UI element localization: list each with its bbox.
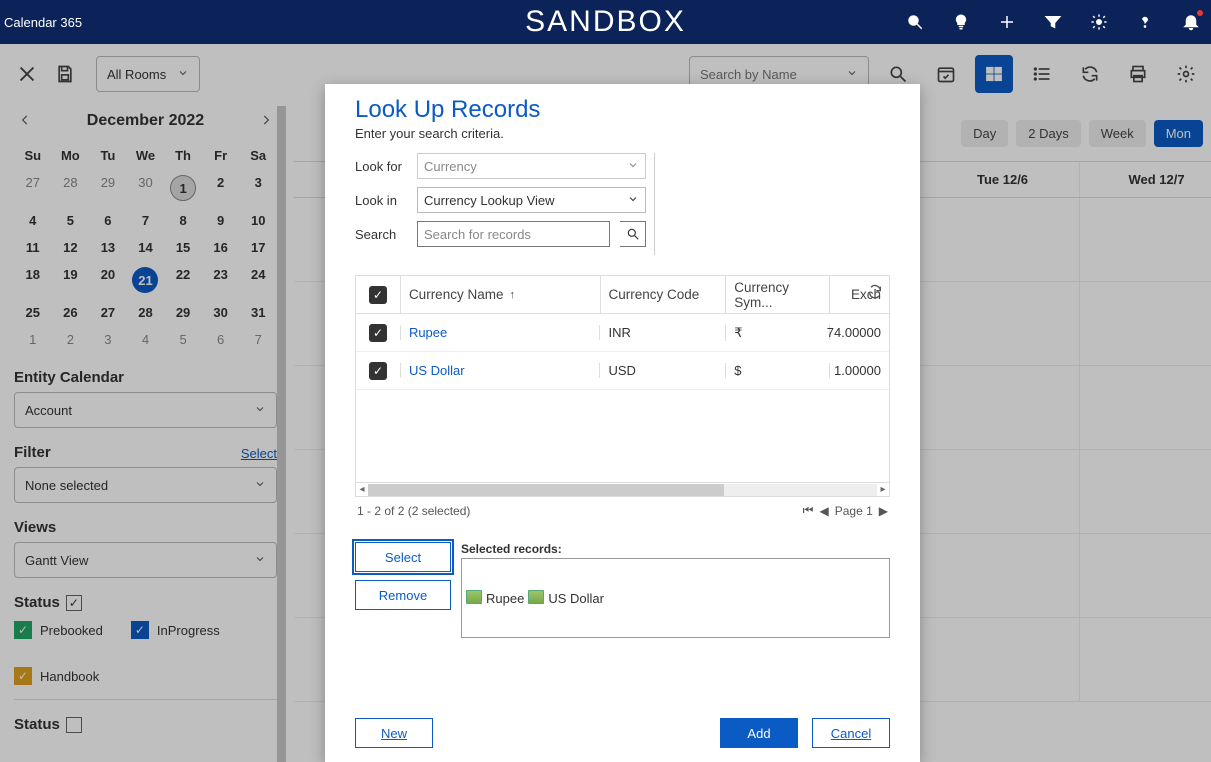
col-currency-symbol[interactable]: Currency Sym...	[725, 276, 829, 314]
lookin-select[interactable]: Currency Lookup View	[417, 187, 646, 213]
app-topbar: Calendar 365 SANDBOX	[0, 0, 1211, 44]
currency-symbol: ₹	[734, 325, 742, 341]
selected-records-label: Selected records:	[461, 542, 890, 556]
lookfor-label: Look for	[355, 159, 407, 174]
currency-name-link[interactable]: Rupee	[409, 325, 447, 340]
lookup-records-modal: Look Up Records Enter your search criter…	[325, 84, 920, 762]
lookfor-select[interactable]: Currency	[417, 153, 646, 179]
currency-name-link[interactable]: US Dollar	[409, 363, 465, 378]
pager-first-icon[interactable]: ⏮	[803, 503, 814, 518]
new-button[interactable]: New	[355, 718, 433, 748]
row-checkbox[interactable]	[369, 362, 387, 380]
modal-subtitle: Enter your search criteria.	[355, 126, 890, 141]
pager-prev-icon[interactable]: ◀	[819, 504, 828, 518]
help-icon[interactable]	[1135, 12, 1155, 32]
modal-title: Look Up Records	[355, 96, 890, 124]
pager-count: 1 - 2 of 2 (2 selected)	[357, 504, 470, 518]
currency-code: USD	[608, 363, 635, 378]
filter-icon[interactable]	[1043, 12, 1063, 32]
chevron-down-icon	[627, 193, 639, 208]
currency-icon	[468, 592, 482, 604]
search-label: Search	[355, 227, 407, 242]
grid-row[interactable]: Rupee INR ₹ 74.00000	[356, 314, 889, 352]
environment-label: SANDBOX	[525, 5, 686, 39]
currency-icon	[530, 592, 544, 604]
currency-code: INR	[608, 325, 630, 340]
app-title: Calendar 365	[0, 15, 82, 30]
reload-icon[interactable]	[867, 284, 883, 303]
chevron-down-icon	[627, 159, 639, 174]
select-button[interactable]: Select	[355, 542, 451, 572]
currency-symbol: $	[734, 363, 741, 378]
topbar-icons	[905, 12, 1201, 32]
bulb-icon[interactable]	[951, 12, 971, 32]
cancel-button[interactable]: Cancel	[812, 718, 890, 748]
pager-next-icon[interactable]: ▶	[879, 504, 888, 518]
gear-icon[interactable]	[1089, 12, 1109, 32]
selected-chip[interactable]: US Dollar	[530, 563, 604, 633]
grid-pager: 1 - 2 of 2 (2 selected) ⏮ ◀ Page 1 ▶	[355, 497, 890, 524]
search-button-icon[interactable]	[620, 221, 646, 247]
plus-icon[interactable]	[997, 12, 1017, 32]
exchange-rate: 1.00000	[834, 363, 881, 378]
lookin-label: Look in	[355, 193, 407, 208]
grid-header: Currency Name↑ Currency Code Currency Sy…	[356, 276, 889, 314]
selected-chip[interactable]: Rupee	[468, 563, 524, 633]
selected-records-box[interactable]: RupeeUS Dollar	[461, 558, 890, 638]
add-button[interactable]: Add	[720, 718, 798, 748]
search-icon[interactable]	[905, 12, 925, 32]
hscrollbar[interactable]: ◂▸	[356, 482, 889, 496]
select-all-checkbox[interactable]	[369, 286, 387, 304]
row-checkbox[interactable]	[369, 324, 387, 342]
col-currency-name[interactable]: Currency Name↑	[400, 276, 600, 314]
results-grid: Currency Name↑ Currency Code Currency Sy…	[355, 275, 890, 497]
bell-icon[interactable]	[1181, 12, 1201, 32]
remove-button[interactable]: Remove	[355, 580, 451, 610]
sort-asc-icon: ↑	[509, 289, 515, 301]
grid-row[interactable]: US Dollar USD $ 1.00000	[356, 352, 889, 390]
col-currency-code[interactable]: Currency Code	[600, 276, 726, 314]
search-input[interactable]: Search for records	[417, 221, 610, 247]
exchange-rate: 74.00000	[827, 325, 881, 340]
pager-page: Page 1	[835, 504, 873, 518]
